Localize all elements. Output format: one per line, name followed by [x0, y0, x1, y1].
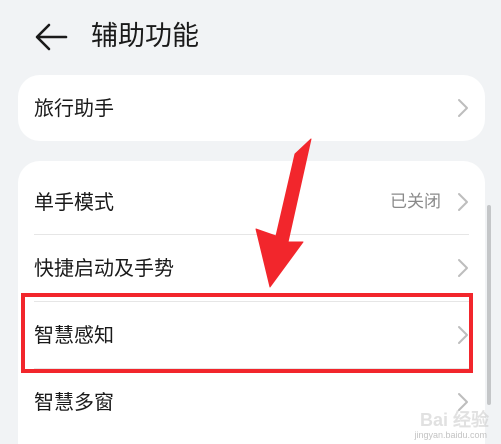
scrollbar[interactable] — [487, 205, 491, 405]
app-header: 辅助功能 — [0, 0, 501, 72]
list-item-shortcuts-gestures[interactable]: 快捷启动及手势 — [18, 235, 485, 301]
status-value: 已关闭 — [390, 192, 441, 212]
back-button[interactable] — [34, 22, 68, 52]
list-item-label: 快捷启动及手势 — [34, 256, 174, 280]
list-item-label: 智慧多窗 — [34, 390, 114, 414]
chevron-right-icon — [457, 392, 469, 412]
chevron-right-icon — [457, 98, 469, 118]
chevron-right-icon — [457, 192, 469, 212]
settings-card-travel: 旅行助手 — [18, 75, 485, 141]
list-item-label: 单手模式 — [34, 190, 114, 214]
list-item-smart-multiwindow[interactable]: 智慧多窗 — [18, 369, 485, 435]
list-item-smart-perception[interactable]: 智慧感知 — [18, 302, 485, 368]
settings-card-main: 单手模式 已关闭 快捷启动及手势 智慧感知 智慧多窗 — [18, 161, 485, 444]
list-item-label: 智慧感知 — [34, 323, 114, 347]
chevron-right-icon — [457, 258, 469, 278]
chevron-right-icon — [457, 325, 469, 345]
arrow-left-icon — [35, 23, 68, 51]
list-item-travel-assistant[interactable]: 旅行助手 — [18, 75, 485, 141]
list-item-one-handed-mode[interactable]: 单手模式 已关闭 — [18, 169, 485, 235]
list-item-label: 旅行助手 — [34, 96, 114, 120]
page-title: 辅助功能 — [91, 21, 199, 52]
